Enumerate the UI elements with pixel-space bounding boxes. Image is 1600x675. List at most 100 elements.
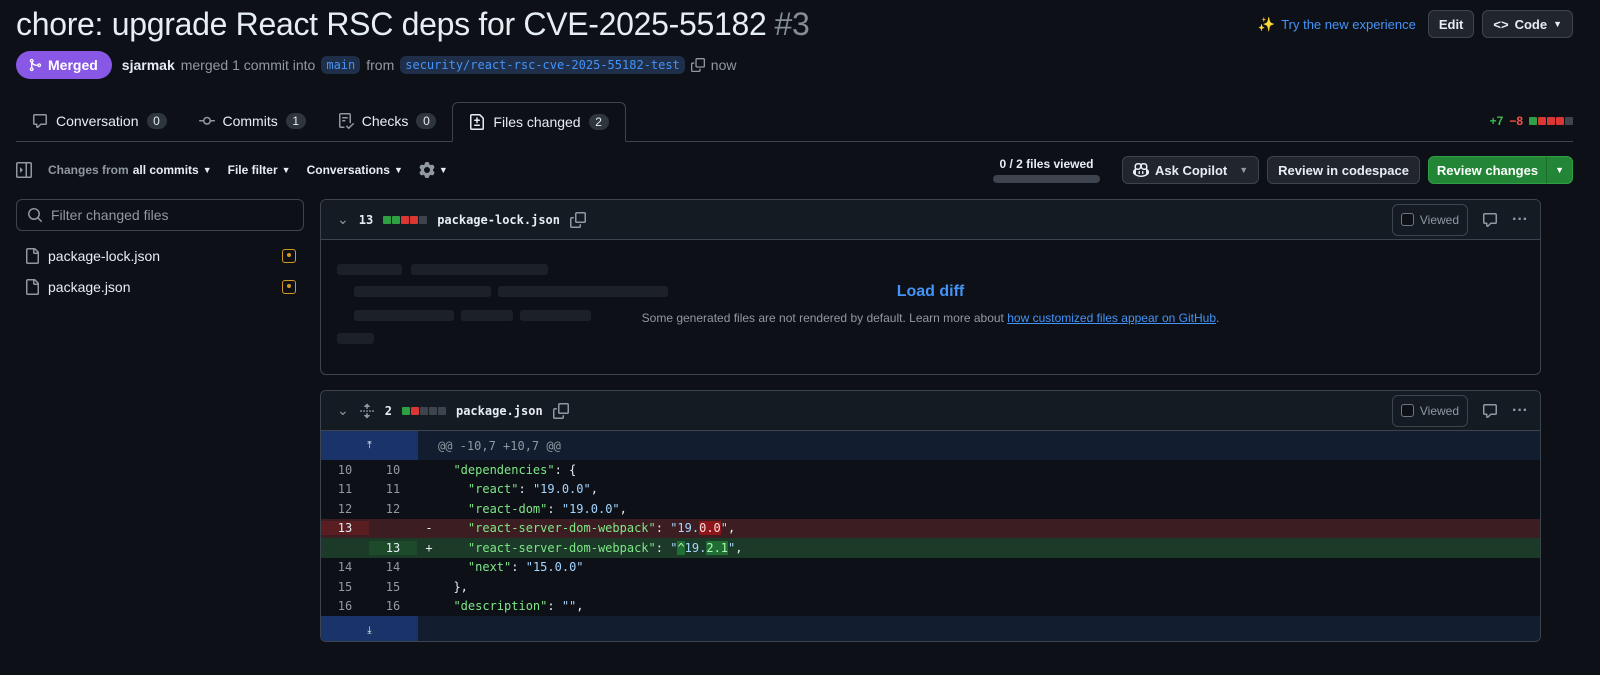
diffstat-block xyxy=(1547,117,1555,125)
diff-line[interactable]: 12 12 "react-dom": "19.0.0", xyxy=(321,499,1540,519)
file-name[interactable]: package-lock.json xyxy=(437,213,560,227)
conversations-dropdown[interactable]: Conversations ▼ xyxy=(307,163,403,177)
load-diff-link[interactable]: Load diff xyxy=(321,283,1540,301)
tab-files-changed[interactable]: Files changed 2 xyxy=(452,102,626,142)
file-filter-dropdown[interactable]: File filter ▼ xyxy=(228,163,291,177)
tab-commits[interactable]: Commits 1 xyxy=(183,101,322,141)
files-viewed-text: 0 / 2 files viewed xyxy=(999,157,1094,171)
settings-dropdown[interactable]: ▼ xyxy=(419,162,448,178)
copy-icon[interactable] xyxy=(552,402,569,419)
file-change-count: 13 xyxy=(358,212,374,227)
diff-line[interactable]: 16 16 "description": "", xyxy=(321,597,1540,617)
punct: : { xyxy=(554,462,577,477)
unfold-icon[interactable] xyxy=(359,403,375,419)
diffstat-block xyxy=(1556,117,1564,125)
expand-down-icon[interactable]: ⤓ xyxy=(321,616,418,641)
customized-files-link[interactable]: how customized files appear on GitHub xyxy=(1007,311,1216,325)
gear-icon xyxy=(419,162,435,178)
try-new-experience-link[interactable]: ✨ Try the new experience xyxy=(1258,16,1416,33)
review-changes-label: Review changes xyxy=(1436,162,1539,178)
skeleton-line xyxy=(337,333,374,344)
chevron-down-icon: ▼ xyxy=(202,165,212,175)
chevron-down-icon[interactable]: ⌄ xyxy=(337,402,349,419)
diff-line[interactable]: 10 10 "dependencies": { xyxy=(321,460,1540,480)
tab-label: Conversation xyxy=(56,113,139,129)
new-line-number: 16 xyxy=(385,599,401,614)
file-name[interactable]: package.json xyxy=(456,404,543,418)
file-tree-name: package-lock.json xyxy=(48,247,161,264)
comment-icon[interactable] xyxy=(1482,403,1498,419)
additions-count: +7 xyxy=(1489,114,1504,128)
tab-checks[interactable]: Checks 0 xyxy=(322,101,453,141)
edit-button[interactable]: Edit xyxy=(1427,10,1475,38)
conversations-label: Conversations xyxy=(306,163,390,177)
json-key: "react" xyxy=(467,482,519,497)
old-line-number: 11 xyxy=(337,482,353,497)
diff-line[interactable]: 15 15 }, xyxy=(321,577,1540,597)
diff-line[interactable]: 13 + "react-server-dom-webpack": "^19.2.1… xyxy=(321,538,1540,558)
punct: , xyxy=(590,482,598,497)
code-line: "description": "", xyxy=(439,599,583,614)
file-filter-label: File filter xyxy=(227,163,278,177)
new-line-number: 11 xyxy=(385,482,401,497)
copy-icon[interactable] xyxy=(570,211,587,228)
tab-conversation[interactable]: Conversation 0 xyxy=(16,101,183,141)
sidebar-toggle-icon[interactable] xyxy=(16,162,32,178)
file-diffstat-blocks xyxy=(401,406,446,415)
ask-copilot-button[interactable]: Ask Copilot ▼ xyxy=(1121,156,1260,184)
diff-line[interactable]: 14 14 "next": "15.0.0" xyxy=(321,558,1540,578)
diff-line[interactable]: 13 - "react-server-dom-webpack": "19.0.0"… xyxy=(321,518,1540,538)
chevron-down-icon[interactable]: ⌄ xyxy=(337,211,349,228)
code-line: "dependencies": { xyxy=(439,463,576,477)
review-in-codespace-button[interactable]: Review in codespace xyxy=(1267,156,1420,184)
merge-action-text: merged 1 commit into xyxy=(180,57,316,73)
code-icon: <> xyxy=(1493,16,1509,32)
kebab-menu-icon[interactable]: ··· xyxy=(1512,211,1528,229)
commit-icon xyxy=(198,116,215,125)
old-line-number: 10 xyxy=(337,462,353,477)
punct: , xyxy=(735,540,743,555)
review-changes-button[interactable]: Review changes ▼ xyxy=(1427,156,1573,184)
diffstat-block xyxy=(392,215,401,224)
chevron-down-icon[interactable]: ▼ xyxy=(1546,157,1572,183)
file-icon xyxy=(26,278,39,295)
old-line-number: 14 xyxy=(337,560,353,575)
filter-files-input[interactable]: Filter changed files xyxy=(16,199,304,231)
json-value: "19. xyxy=(670,521,700,536)
json-value: 19. xyxy=(684,540,707,555)
changes-from-dropdown[interactable]: Changes from all commits ▼ xyxy=(48,163,212,177)
json-key: "react-server-dom-webpack" xyxy=(467,540,656,555)
code-line: "react": "19.0.0", xyxy=(439,482,598,496)
search-icon xyxy=(28,208,43,223)
file-tree-name: package.json xyxy=(48,278,131,295)
viewed-checkbox[interactable]: Viewed xyxy=(1391,203,1469,236)
chevron-down-icon: ▼ xyxy=(1239,165,1249,175)
head-branch[interactable]: security/react-rsc-cve-2025-55182-test xyxy=(400,56,685,74)
files-viewed-progress: 0 / 2 files viewed xyxy=(992,157,1100,183)
file-tree-item[interactable]: package-lock.json xyxy=(16,240,304,271)
viewed-label: Viewed xyxy=(1419,212,1460,227)
diffstat-block xyxy=(1538,117,1546,125)
kebab-menu-icon[interactable]: ··· xyxy=(1512,402,1528,420)
file-diff-package-json: ⌄ 2 package.json Viewed ··· ⤒ @@ -10,7 +… xyxy=(320,390,1541,642)
deletions-count: −8 xyxy=(1509,114,1523,128)
file-tree-item[interactable]: package.json xyxy=(16,271,304,302)
expand-up-icon[interactable]: ⤒ xyxy=(321,431,418,460)
viewed-checkbox[interactable]: Viewed xyxy=(1391,394,1469,427)
diff-table: ⤒ @@ -10,7 +10,7 @@ 10 10 "dependencies":… xyxy=(321,431,1540,641)
files-toolbar: Changes from all commits ▼ File filter ▼… xyxy=(16,154,1573,186)
code-button[interactable]: <> Code ▼ xyxy=(1482,10,1573,38)
base-branch[interactable]: main xyxy=(321,56,361,74)
author-link[interactable]: sjarmak xyxy=(122,57,175,73)
punct: : xyxy=(547,599,562,614)
comment-icon[interactable] xyxy=(1482,212,1498,228)
merge-time: now xyxy=(710,57,737,73)
diff-line[interactable]: 11 11 "react": "19.0.0", xyxy=(321,480,1540,500)
copy-icon[interactable] xyxy=(690,58,705,72)
filter-placeholder: Filter changed files xyxy=(51,207,169,223)
hunk-range: @@ -10,7 +10,7 @@ xyxy=(438,438,561,453)
merged-status-label: Merged xyxy=(48,57,98,73)
